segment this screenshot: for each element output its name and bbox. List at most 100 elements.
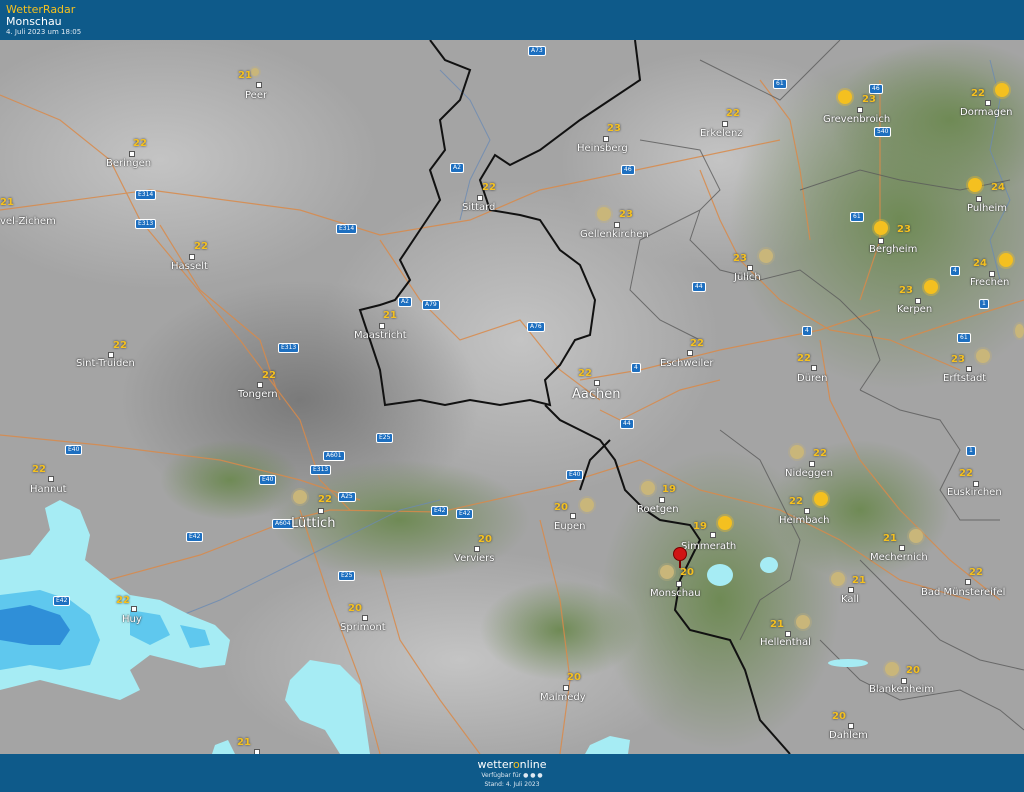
sun-icon (838, 90, 852, 104)
sun-icon (909, 529, 923, 543)
city-name[interactable]: Hasselt (171, 261, 208, 272)
city-name[interactable]: Nideggen (785, 468, 833, 479)
rain-cell-east (707, 564, 733, 586)
city-marker[interactable] (131, 606, 137, 612)
city-marker[interactable] (687, 350, 693, 356)
city-marker[interactable] (747, 265, 753, 271)
temperature: 21 (383, 310, 397, 321)
city-marker[interactable] (965, 579, 971, 585)
city-name[interactable]: Eschweiler (660, 358, 714, 369)
temperature: 23 (619, 209, 633, 220)
city-marker[interactable] (256, 82, 262, 88)
city-name[interactable]: Jülich (734, 272, 761, 283)
city-name[interactable]: Hannut (30, 484, 67, 495)
city-name[interactable]: Erkelenz (700, 128, 743, 139)
city-name[interactable]: Grevenbroich (823, 114, 890, 125)
city-name[interactable]: Dahlem (829, 730, 868, 741)
city-marker[interactable] (474, 546, 480, 552)
city-name[interactable]: Kall (841, 594, 859, 605)
city-marker[interactable] (477, 195, 483, 201)
city-name[interactable]: Kerpen (897, 304, 932, 315)
city-name[interactable]: Roetgen (637, 504, 679, 515)
city-marker[interactable] (899, 545, 905, 551)
city-name[interactable]: Eupen (554, 521, 586, 532)
temperature: 22 (133, 138, 147, 149)
city-marker[interactable] (966, 366, 972, 372)
temperature: 20 (906, 665, 920, 676)
city-name[interactable]: Sittard (462, 202, 495, 213)
location-name[interactable]: Monschau (6, 15, 62, 28)
city-marker[interactable] (722, 121, 728, 127)
road-shield: E42 (186, 532, 204, 542)
road-shield: E25 (338, 571, 356, 581)
city-name[interactable]: Tongern (238, 389, 278, 400)
city-marker[interactable] (676, 581, 682, 587)
city-marker[interactable] (189, 254, 195, 260)
city-marker[interactable] (318, 508, 324, 514)
temperature: 22 (113, 340, 127, 351)
road-shield: E40 (259, 475, 277, 485)
city-name[interactable]: Frechen (970, 277, 1009, 288)
city-marker[interactable] (129, 151, 135, 157)
road-shield: 61 (850, 212, 864, 222)
sun-icon (1015, 324, 1024, 338)
city-name[interactable]: Sprimont (340, 622, 386, 633)
city-name[interactable]: Pulheim (967, 203, 1007, 214)
location-pin-icon[interactable] (673, 547, 687, 561)
radar-map[interactable]: A73 A2 46 E314 E313 E314 A2 A79 A76 61 4… (0, 40, 1024, 754)
city-name[interactable]: Blankenheim (869, 684, 934, 695)
city-marker[interactable] (857, 107, 863, 113)
app-footer: wetteronline Verfügbar für ● ● ● Stand: … (0, 754, 1024, 792)
city-marker[interactable] (614, 222, 620, 228)
city-marker[interactable] (563, 685, 569, 691)
city-name[interactable]: Gellenkirchen (580, 229, 649, 240)
city-name[interactable]: Bad Münstereifel (921, 587, 1005, 598)
city-name[interactable]: Huy (122, 614, 142, 625)
city-name[interactable]: Beringen (106, 158, 151, 169)
city-marker[interactable] (362, 615, 368, 621)
city-marker[interactable] (48, 476, 54, 482)
city-marker[interactable] (603, 136, 609, 142)
city-name[interactable]: Simmerath (681, 541, 736, 552)
road-shield: E42 (456, 509, 474, 519)
city-name[interactable]: Dormagen (960, 107, 1012, 118)
city-name[interactable]: Mechernich (870, 552, 928, 563)
city-marker[interactable] (379, 323, 385, 329)
sun-icon (759, 249, 773, 263)
road-shield: 4 (950, 266, 960, 276)
city-marker[interactable] (570, 513, 576, 519)
city-marker[interactable] (659, 497, 665, 503)
city-name[interactable]: Bergheim (869, 244, 917, 255)
city-name[interactable]: vel-Zichem (0, 216, 56, 227)
city-name[interactable]: Sint-Truiden (76, 358, 135, 369)
sun-icon (814, 492, 828, 506)
city-marker[interactable] (710, 532, 716, 538)
city-name[interactable]: Peer (245, 90, 267, 101)
city-name[interactable]: Erftstadt (943, 373, 986, 384)
city-name[interactable]: Verviers (454, 553, 495, 564)
city-name[interactable]: Lüttich (291, 516, 335, 531)
city-name[interactable]: Malmedy (540, 692, 586, 703)
city-name[interactable]: Aachen (572, 387, 620, 402)
city-marker[interactable] (848, 723, 854, 729)
city-marker[interactable] (976, 196, 982, 202)
city-name[interactable]: Monschau (650, 588, 701, 599)
brand-logo[interactable]: wetteronline (0, 758, 1024, 771)
city-marker[interactable] (594, 380, 600, 386)
temperature: 23 (899, 285, 913, 296)
city-name[interactable]: Hellenthal (760, 637, 811, 648)
city-marker[interactable] (985, 100, 991, 106)
city-name[interactable]: Maastricht (354, 330, 407, 341)
city-name[interactable]: Düren (797, 373, 827, 384)
sun-icon (999, 253, 1013, 267)
city-name[interactable]: Heinsberg (577, 143, 628, 154)
city-marker[interactable] (848, 587, 854, 593)
city-marker[interactable] (811, 365, 817, 371)
city-marker[interactable] (809, 461, 815, 467)
temperature: 21 (852, 575, 866, 586)
city-name[interactable]: Heimbach (779, 515, 830, 526)
city-marker[interactable] (257, 382, 263, 388)
city-marker[interactable] (804, 508, 810, 514)
city-name[interactable]: Euskirchen (947, 487, 1002, 498)
temperature: 20 (478, 534, 492, 545)
